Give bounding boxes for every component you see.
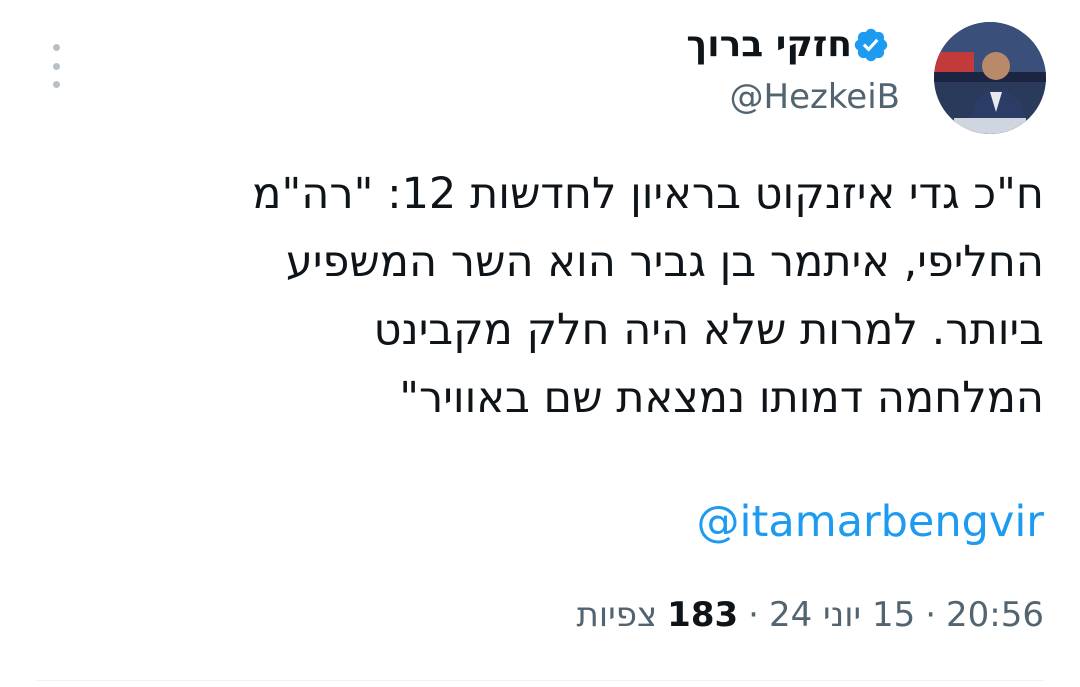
meta-separator: ·: [748, 595, 759, 635]
mention-link[interactable]: @itamarbengvir: [697, 488, 1044, 556]
author-display-name[interactable]: חזקי ברוך: [686, 22, 852, 68]
tweet-text-line: החליפי, איתמר בן גביר הוא השר המשפיע: [285, 237, 1044, 287]
meta-separator: ·: [925, 595, 937, 635]
more-dot: [52, 81, 60, 88]
tweet-meta: 20:56 · 15 יוני 24 · 183 צפיות: [577, 590, 1044, 640]
author-handle[interactable]: @HezkeiB: [730, 74, 901, 120]
tweet-card: חזקי ברוך @HezkeiB ח"כ גדי איזנקוט בראיו…: [0, 0, 1080, 687]
tweet-text-line: ח"כ גדי איזנקוט בראיון לחדשות 12: "רה"מ: [252, 169, 1044, 219]
tweet-text-line: ביותר. למרות שלא היה חלק מקבינט: [373, 305, 1044, 355]
more-dot: [52, 62, 60, 70]
tweet-text: ח"כ גדי איזנקוט בראיון לחדשות 12: "רה"מ …: [64, 160, 1044, 432]
verified-badge-icon: [854, 28, 888, 62]
more-options-icon[interactable]: [46, 44, 66, 88]
author-name-row[interactable]: חזקי ברוך: [686, 22, 900, 68]
views-label[interactable]: צפיות: [577, 595, 658, 635]
tweet-time[interactable]: 20:56: [946, 595, 1044, 635]
tweet-text-line: המלחמה דמותו נמצאת שם באוויר": [399, 373, 1044, 423]
avatar-photo-icon: [934, 22, 1046, 134]
divider: [36, 680, 1044, 681]
views-count[interactable]: 183: [657, 595, 738, 635]
more-dot: [52, 44, 60, 51]
tweet-date[interactable]: 15 יוני 24: [769, 595, 915, 635]
avatar[interactable]: [934, 22, 1046, 134]
